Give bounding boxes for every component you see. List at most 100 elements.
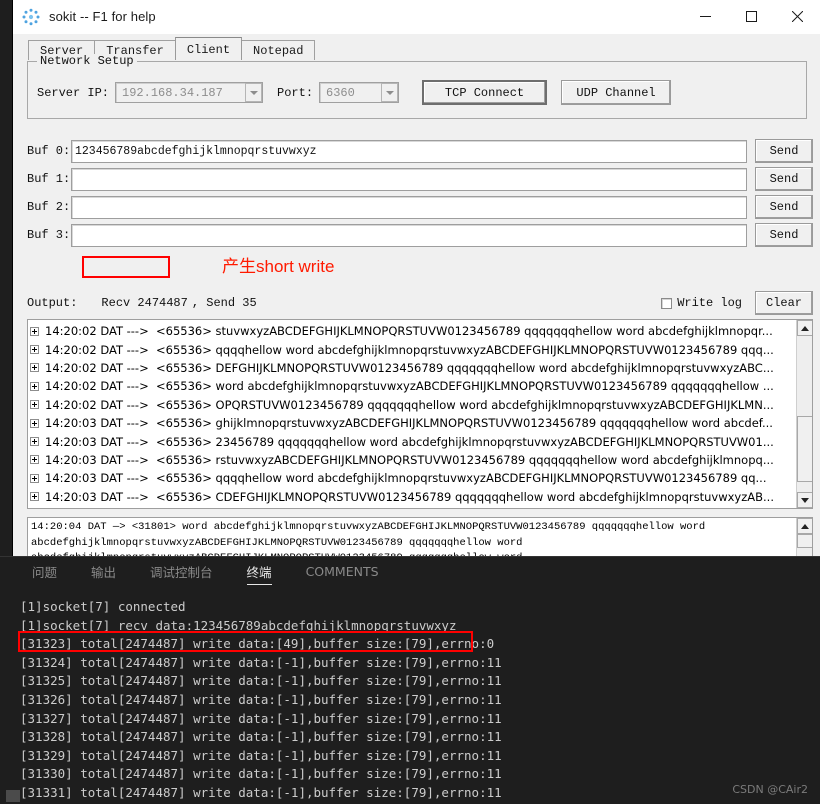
log-row[interactable]: 14:20:02 DAT ---> <65536> stuvwxyzABCDEF…	[30, 322, 796, 340]
buffer-label-3: Buf 3:	[27, 228, 71, 242]
log-row[interactable]: 14:20:04 DAT ---> <31801> word abcdefghi…	[30, 506, 796, 508]
terminal-line: [31328] total[2474487] write data:[-1],b…	[20, 729, 502, 745]
log-text: 23456789 qqqqqqqhellow word abcdefghijkl…	[215, 434, 774, 449]
write-log-checkbox[interactable]	[661, 297, 673, 309]
log-size: <65536>	[156, 342, 212, 357]
tab-client-label: Client	[186, 42, 231, 57]
chevron-down-icon[interactable]	[381, 83, 399, 102]
log-row[interactable]: 14:20:02 DAT ---> <65536> DEFGHIJKLMNOPQ…	[30, 359, 796, 377]
bottom-tab-comments[interactable]: COMMENTS	[306, 557, 379, 587]
expand-icon[interactable]	[30, 492, 39, 502]
log-row[interactable]: 14:20:03 DAT ---> <65536> CDEFGHIJKLMNOP…	[30, 488, 796, 506]
chevron-down-icon[interactable]	[245, 83, 263, 102]
bottom-tab-debug-console[interactable]: 调试控制台	[150, 557, 213, 587]
send-counter: , Send 35	[191, 296, 257, 310]
send-button-3[interactable]: Send	[755, 223, 813, 247]
udp-channel-button[interactable]: UDP Channel	[561, 80, 672, 105]
tab-notepad[interactable]: Notepad	[241, 40, 316, 60]
bottom-tab-problems[interactable]: 问题	[32, 557, 57, 587]
log-text: rstuvwxyzABCDEFGHIJKLMNOPQRSTUVW01234567…	[215, 452, 774, 467]
tab-client[interactable]: Client	[174, 37, 243, 61]
output-label: Output:	[27, 296, 78, 310]
bottom-panel-tabs: 问题 输出 调试控制台 终端 COMMENTS	[0, 556, 820, 586]
expand-icon[interactable]	[30, 363, 39, 373]
log-size: <65536>	[156, 397, 212, 412]
log-dir: DAT --->	[100, 342, 149, 357]
terminal-line: [31326] total[2474487] write data:[-1],b…	[20, 691, 502, 707]
expand-icon[interactable]	[30, 473, 39, 483]
scroll-thumb[interactable]	[796, 534, 812, 548]
buffer-input-2[interactable]	[71, 195, 747, 219]
server-ip-label: Server IP:	[37, 85, 110, 100]
annotation-short-write: 产生short write	[222, 257, 335, 276]
log-row[interactable]: 14:20:03 DAT ---> <65536> ghijklmnopqrst…	[30, 414, 796, 432]
buffer-input-3[interactable]	[71, 223, 747, 247]
log-size: <65536>	[156, 434, 212, 449]
log-list-scrollbar[interactable]	[796, 320, 812, 508]
expand-icon[interactable]	[30, 400, 39, 410]
terminal-output[interactable]: [1]socket[7] connected [1]socket[7] recv…	[20, 598, 820, 804]
log-time: 14:20:03	[45, 452, 97, 467]
expand-icon[interactable]	[30, 437, 39, 447]
log-text: stuvwxyzABCDEFGHIJKLMNOPQRSTUVW012345678…	[215, 324, 773, 339]
scroll-up-icon[interactable]	[796, 518, 812, 534]
expand-icon[interactable]	[30, 345, 39, 355]
terminal-horizontal-scrollbar[interactable]	[6, 790, 20, 802]
network-setup-group: Network Setup Server IP: 192.168.34.187 …	[27, 54, 807, 119]
expand-icon[interactable]	[30, 381, 39, 391]
log-row[interactable]: 14:20:02 DAT ---> <65536> qqqqhellow wor…	[30, 340, 796, 358]
expand-icon[interactable]	[30, 455, 39, 465]
log-row[interactable]: 14:20:03 DAT ---> <65536> qqqqhellow wor…	[30, 469, 796, 487]
server-ip-value: 192.168.34.187	[122, 85, 223, 100]
scroll-down-icon[interactable]	[796, 492, 812, 508]
expand-icon[interactable]	[30, 326, 39, 336]
log-row[interactable]: 14:20:03 DAT ---> <65536> 23456789 qqqqq…	[30, 432, 796, 450]
log-row[interactable]: 14:20:03 DAT ---> <65536> rstuvwxyzABCDE…	[30, 451, 796, 469]
clear-button[interactable]: Clear	[755, 291, 813, 315]
tcp-connect-button[interactable]: TCP Connect	[422, 80, 548, 105]
log-size: <65536>	[156, 379, 212, 394]
bottom-tab-terminal[interactable]: 终端	[246, 557, 272, 587]
bottom-tab-output[interactable]: 输出	[91, 557, 116, 587]
maximize-icon[interactable]	[728, 0, 774, 34]
close-icon[interactable]	[774, 0, 820, 34]
scroll-track[interactable]	[796, 336, 812, 492]
log-row[interactable]: 14:20:02 DAT ---> <65536> OPQRSTUVW01234…	[30, 396, 796, 414]
server-ip-combo[interactable]: 192.168.34.187	[115, 82, 264, 103]
log-size: <65536>	[156, 416, 212, 431]
title-bar: sokit -- F1 for help	[13, 0, 820, 34]
port-label: Port:	[277, 85, 314, 100]
send-button-2[interactable]: Send	[755, 195, 813, 219]
send-button-1[interactable]: Send	[755, 167, 813, 191]
scroll-up-icon[interactable]	[796, 320, 812, 336]
terminal-line: [1]socket[7] connected	[20, 599, 186, 614]
minimize-icon[interactable]	[682, 0, 728, 34]
buffer-input-1[interactable]	[71, 167, 747, 191]
log-rows: 14:20:02 DAT ---> <65536> stuvwxyzABCDEF…	[28, 320, 796, 508]
tab-notepad-label: Notepad	[253, 44, 304, 58]
log-dir: DAT --->	[100, 434, 149, 449]
log-size: <65536>	[156, 360, 212, 375]
log-time: 14:20:03	[45, 416, 97, 431]
network-setup-legend: Network Setup	[37, 54, 137, 68]
buffer-input-0[interactable]: 123456789abcdefghijklmnopqrstuvwxyz	[71, 139, 747, 163]
left-background-strip	[0, 0, 12, 568]
expand-icon[interactable]	[30, 418, 39, 428]
port-combo[interactable]: 6360	[319, 82, 400, 103]
log-row[interactable]: 14:20:02 DAT ---> <65536> word abcdefghi…	[30, 377, 796, 395]
scroll-thumb[interactable]	[796, 416, 812, 482]
log-time: 14:20:02	[45, 379, 97, 394]
window-controls	[682, 0, 820, 34]
sokit-client-area: Server Transfer Client Notepad Network S…	[13, 34, 820, 591]
sokit-window: sokit -- F1 for help Server Transfer Cli…	[12, 0, 820, 591]
terminal-line: [31324] total[2474487] write data:[-1],b…	[20, 654, 502, 670]
log-list[interactable]: 14:20:02 DAT ---> <65536> stuvwxyzABCDEF…	[27, 319, 813, 509]
window-title: sokit -- F1 for help	[49, 9, 156, 24]
log-dir: DAT --->	[100, 379, 149, 394]
output-row: Output: Recv 2474487 , Send 35 Write log…	[27, 290, 813, 316]
terminal-line: [31330] total[2474487] write data:[-1],b…	[20, 766, 502, 782]
log-time: 14:20:02	[45, 342, 97, 357]
log-dir: DAT --->	[100, 324, 149, 339]
send-button-0[interactable]: Send	[755, 139, 813, 163]
annotation-box-recv	[82, 256, 170, 278]
